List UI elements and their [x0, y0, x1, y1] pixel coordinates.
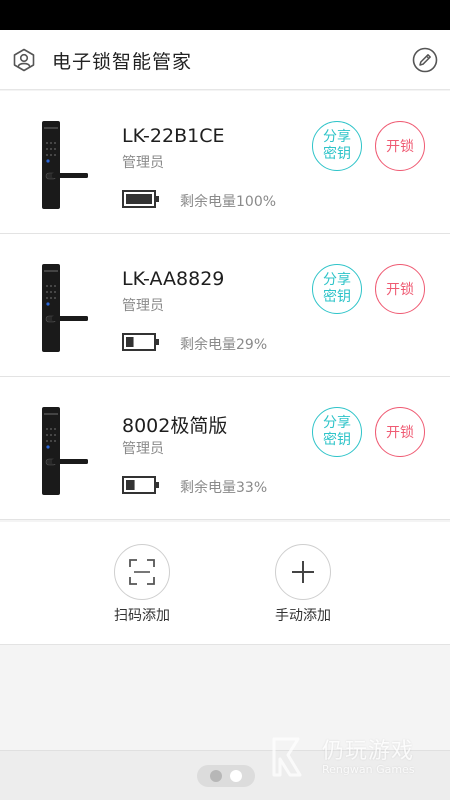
share-key-label: 分享 密钥	[323, 129, 351, 162]
battery-icon	[122, 333, 159, 351]
lock-list: LK-22B1CE 管理员 剩余电量100% 分享 密钥 开锁 LK-AA8829…	[0, 91, 450, 520]
lock-name: 8002极简版	[122, 415, 228, 437]
page-indicator[interactable]	[197, 765, 255, 787]
watermark-subtitle: Rengwan Games	[322, 763, 415, 776]
share-key-label: 分享 密钥	[323, 272, 351, 305]
smart-lock-icon	[42, 121, 88, 209]
lock-card[interactable]: 8002极简版 管理员 剩余电量33% 分享 密钥 开锁	[0, 377, 450, 520]
page-dot	[210, 770, 222, 782]
lock-card[interactable]: LK-AA8829 管理员 剩余电量29% 分享 密钥 开锁	[0, 234, 450, 377]
battery-fill	[126, 337, 134, 347]
app-header: 电子锁智能管家	[0, 30, 450, 90]
share-key-button[interactable]: 分享 密钥	[312, 264, 362, 314]
battery-text: 剩余电量29%	[180, 337, 268, 353]
lock-name: LK-AA8829	[122, 268, 225, 290]
unlock-button[interactable]: 开锁	[375, 264, 425, 314]
battery-text: 剩余电量33%	[180, 480, 268, 496]
lock-role: 管理员	[122, 441, 164, 457]
edit-icon[interactable]	[412, 47, 438, 73]
share-key-label: 分享 密钥	[323, 415, 351, 448]
scan-add-button[interactable]	[114, 544, 170, 600]
unlock-button[interactable]: 开锁	[375, 407, 425, 457]
watermark-title: 仍玩游戏	[322, 739, 415, 764]
smart-lock-icon	[42, 407, 88, 495]
battery-icon	[122, 190, 159, 208]
user-icon[interactable]	[12, 48, 36, 72]
scan-add-label: 扫码添加	[114, 608, 170, 624]
unlock-button[interactable]: 开锁	[375, 121, 425, 171]
plus-icon	[292, 561, 314, 583]
share-key-button[interactable]: 分享 密钥	[312, 121, 362, 171]
battery-fill	[126, 480, 135, 490]
page-title: 电子锁智能管家	[52, 51, 193, 73]
battery-tip	[155, 339, 159, 345]
battery-tip	[155, 482, 159, 488]
battery-icon	[122, 476, 159, 494]
share-key-button[interactable]: 分享 密钥	[312, 407, 362, 457]
manual-add-button[interactable]	[275, 544, 331, 600]
battery-tip	[155, 196, 159, 202]
watermark: 仍玩游戏 Rengwan Games	[270, 733, 430, 783]
add-lock-panel: 扫码添加 手动添加	[0, 522, 450, 645]
status-bar	[0, 0, 450, 30]
lock-role: 管理员	[122, 155, 164, 171]
smart-lock-icon	[42, 264, 88, 352]
lock-card[interactable]: LK-22B1CE 管理员 剩余电量100% 分享 密钥 开锁	[0, 91, 450, 234]
page-dot-active	[230, 770, 242, 782]
battery-text: 剩余电量100%	[180, 194, 277, 210]
manual-add-label: 手动添加	[275, 608, 331, 624]
lock-role: 管理员	[122, 298, 164, 314]
watermark-logo-icon	[272, 737, 302, 777]
lock-name: LK-22B1CE	[122, 125, 225, 147]
scan-icon	[129, 559, 155, 585]
battery-fill	[126, 194, 152, 204]
